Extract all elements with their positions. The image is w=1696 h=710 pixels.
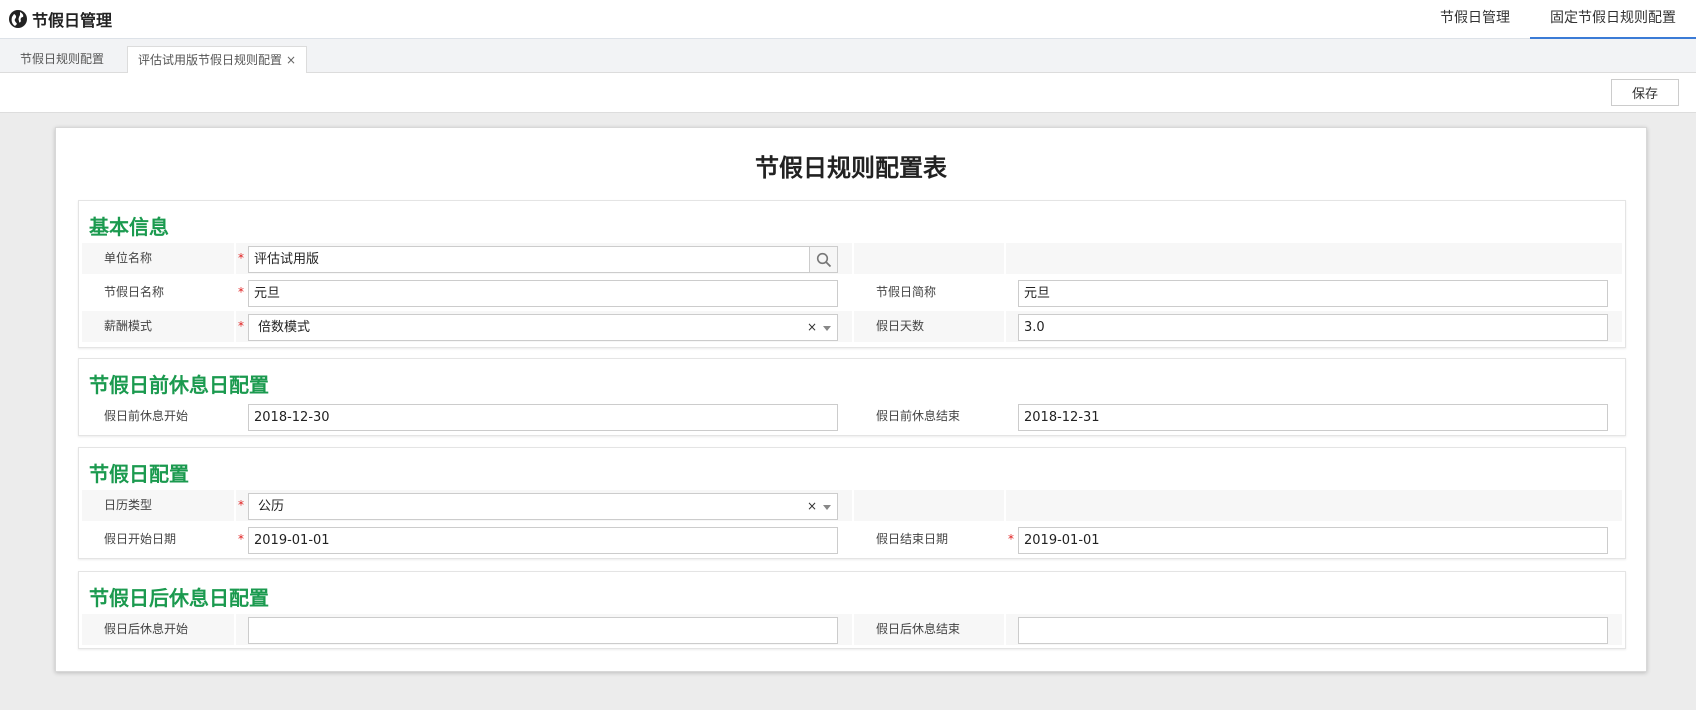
section-basic-info: 基本信息 单位名称 * 评估试用版 节假日名称 * 元旦 节假日简称 元旦 薪酬… (78, 200, 1626, 348)
tab-trial-holiday-rule-config[interactable]: 评估试用版节假日规则配置 × (127, 46, 308, 74)
holiday-end-cell: * 2019-01-01 (1006, 524, 1622, 555)
tab-holiday-rule-config[interactable]: 节假日规则配置 (10, 46, 114, 73)
required-mark: * (238, 532, 244, 546)
holiday-name-label: 节假日名称 (104, 285, 165, 299)
app-title: 节假日管理 (8, 8, 112, 30)
calendar-type-label: 日历类型 (82, 490, 234, 521)
holiday-name-field[interactable]: 元旦 (248, 280, 838, 307)
section-title: 节假日配置 (89, 462, 189, 486)
holiday-short-label: 节假日简称 (876, 285, 937, 299)
pre-rest-start-field[interactable]: 2018-12-30 (248, 404, 838, 431)
unit-name-label: 单位名称 (82, 243, 234, 274)
holiday-short-field[interactable]: 元旦 (1018, 280, 1608, 307)
toolbar: 保存 (0, 73, 1696, 113)
top-nav: 节假日管理 固定节假日规则配置 (1420, 0, 1696, 39)
row-pre-rest: 假日前休息开始 2018-12-30 假日前休息结束 2018-12-31 (82, 401, 1622, 433)
holiday-days-field[interactable]: 3.0 (1018, 314, 1608, 341)
required-mark: * (238, 285, 244, 299)
required-mark: * (238, 251, 244, 265)
post-rest-start-label: 假日后休息开始 (82, 614, 234, 645)
empty-cell (1006, 490, 1622, 521)
row-unit-name: 单位名称 * 评估试用版 (82, 243, 1622, 275)
tab-label: 评估试用版节假日规则配置 (138, 53, 283, 67)
post-rest-end-label: 假日后休息结束 (854, 614, 1004, 645)
nav-fixed-holiday-rule-config[interactable]: 固定节假日规则配置 (1530, 0, 1696, 39)
section-pre-holiday-rest: 节假日前休息日配置 假日前休息开始 2018-12-30 假日前休息结束 201… (78, 358, 1626, 436)
salary-mode-value: 倍数模式 (258, 320, 311, 335)
close-icon[interactable]: × (286, 53, 296, 67)
pre-rest-end-label: 假日前休息结束 (876, 409, 961, 423)
nav-holiday-management[interactable]: 节假日管理 (1420, 0, 1530, 39)
row-holiday-dates: 假日开始日期 * 2019-01-01 假日结束日期 * 2019-01-01 (82, 524, 1622, 556)
holiday-start-label: 假日开始日期 (104, 532, 177, 546)
empty-cell (854, 243, 1004, 274)
form-card: 节假日规则配置表 基本信息 单位名称 * 评估试用版 节假日名称 * 元旦 节假… (55, 127, 1647, 672)
form-title: 节假日规则配置表 (755, 154, 947, 182)
pre-rest-start-cell: 2018-12-30 (236, 401, 852, 432)
app-title-text: 节假日管理 (32, 11, 113, 30)
globe-icon (8, 9, 28, 29)
post-rest-end-field[interactable] (1018, 617, 1608, 644)
required-mark: * (1008, 532, 1014, 546)
calendar-type-value: 公历 (258, 499, 285, 514)
holiday-short-cell: 元旦 (1006, 277, 1622, 308)
holiday-end-label: 假日结束日期 (876, 532, 949, 546)
tab-label: 节假日规则配置 (20, 52, 105, 66)
row-salary-mode: 薪酬模式 * 倍数模式 × 假日天数 3.0 (82, 311, 1622, 343)
calendar-type-cell: * 公历 × (236, 490, 852, 521)
holiday-name-cell: * 元旦 (236, 277, 852, 308)
holiday-end-field[interactable]: 2019-01-01 (1018, 527, 1608, 554)
caret-down-icon[interactable] (823, 326, 831, 331)
pre-rest-end-field[interactable]: 2018-12-31 (1018, 404, 1608, 431)
required-mark: * (238, 498, 244, 512)
section-title: 节假日后休息日配置 (89, 586, 269, 610)
row-calendar-type: 日历类型 * 公历 × (82, 490, 1622, 522)
holiday-start-cell: * 2019-01-01 (236, 524, 852, 555)
row-holiday-name: 节假日名称 * 元旦 节假日简称 元旦 (82, 277, 1622, 309)
section-title: 节假日前休息日配置 (89, 373, 269, 397)
holiday-days-label: 假日天数 (854, 311, 1004, 342)
post-rest-start-cell (236, 614, 852, 645)
section-holiday-config: 节假日配置 日历类型 * 公历 × 假日开始日期 * 2019-01-01 假日… (78, 447, 1626, 559)
post-rest-end-cell (1006, 614, 1622, 645)
empty-cell (854, 490, 1004, 521)
row-post-rest: 假日后休息开始 假日后休息结束 (82, 614, 1622, 646)
clear-icon[interactable]: × (807, 494, 817, 519)
section-post-holiday-rest: 节假日后休息日配置 假日后休息开始 假日后休息结束 (78, 571, 1626, 649)
calendar-type-select[interactable]: 公历 × (248, 493, 838, 520)
tab-bar: 节假日规则配置 评估试用版节假日规则配置 × (0, 39, 1696, 74)
unit-name-field[interactable]: 评估试用版 (248, 246, 838, 273)
salary-mode-select[interactable]: 倍数模式 × (248, 314, 838, 341)
unit-name-value: 评估试用版 (254, 252, 320, 267)
holiday-days-cell: 3.0 (1006, 311, 1622, 342)
empty-cell (1006, 243, 1622, 274)
section-title: 基本信息 (89, 215, 169, 239)
clear-icon[interactable]: × (807, 315, 817, 340)
salary-mode-label: 薪酬模式 (82, 311, 234, 342)
save-button[interactable]: 保存 (1611, 79, 1679, 106)
required-mark: * (238, 319, 244, 333)
unit-name-cell: * 评估试用版 (236, 243, 852, 274)
caret-down-icon[interactable] (823, 505, 831, 510)
salary-mode-cell: * 倍数模式 × (236, 311, 852, 342)
post-rest-start-field[interactable] (248, 617, 838, 644)
search-icon[interactable] (809, 247, 837, 272)
pre-rest-start-label: 假日前休息开始 (104, 409, 189, 423)
top-bar: 节假日管理 节假日管理 固定节假日规则配置 (0, 0, 1696, 39)
pre-rest-end-cell: 2018-12-31 (1006, 401, 1622, 432)
holiday-start-field[interactable]: 2019-01-01 (248, 527, 838, 554)
